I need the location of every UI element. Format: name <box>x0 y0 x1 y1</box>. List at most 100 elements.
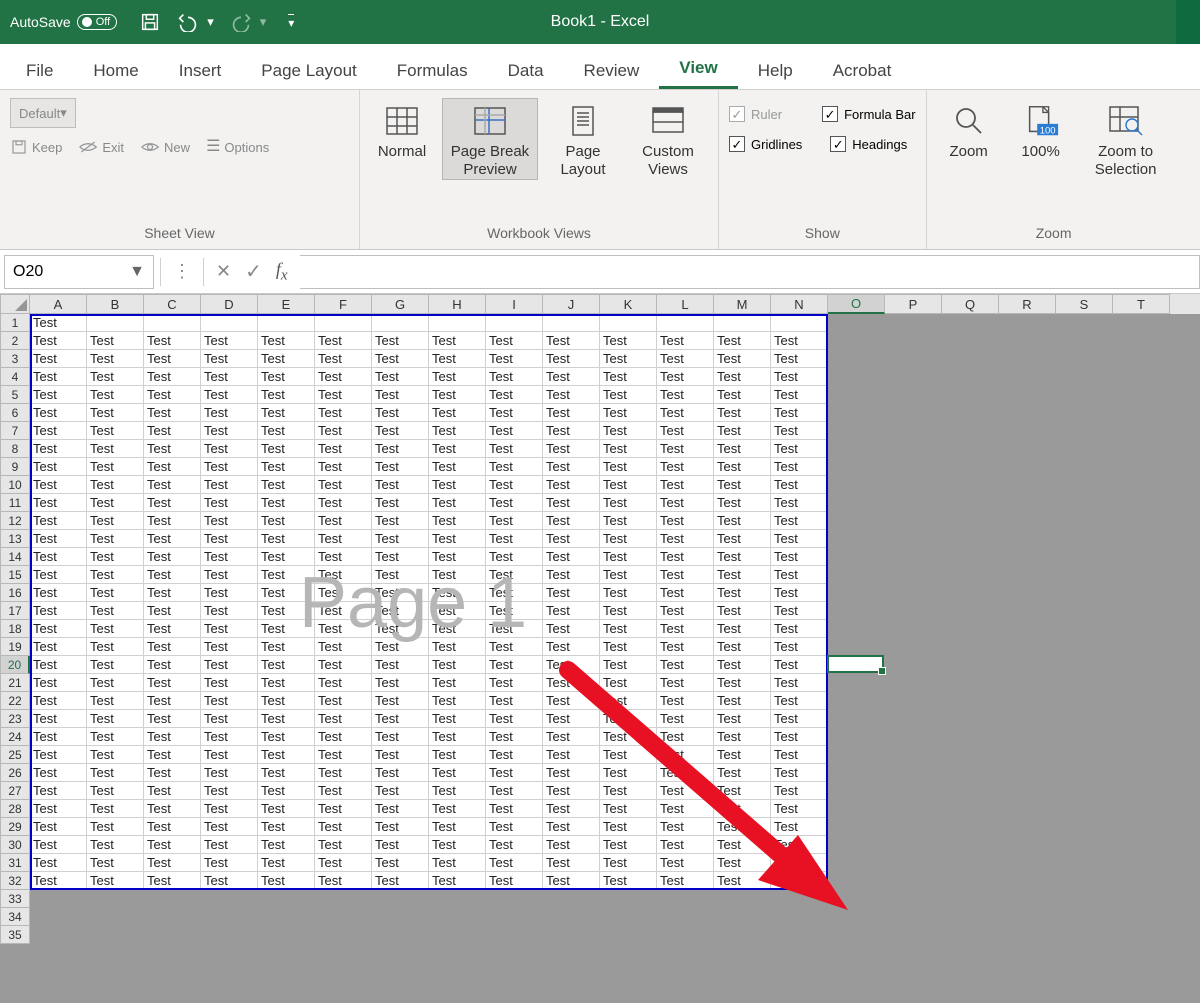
cell[interactable]: Test <box>600 404 657 422</box>
cell[interactable]: Test <box>201 782 258 800</box>
cell[interactable]: Test <box>144 404 201 422</box>
cell[interactable] <box>771 890 828 908</box>
cell[interactable]: Test <box>486 530 543 548</box>
cell[interactable]: Test <box>315 332 372 350</box>
cell[interactable]: Test <box>600 476 657 494</box>
cell[interactable] <box>999 926 1056 944</box>
cell[interactable]: Test <box>771 494 828 512</box>
cell[interactable]: Test <box>372 656 429 674</box>
cell[interactable]: Test <box>714 422 771 440</box>
cell[interactable]: Test <box>543 638 600 656</box>
cell[interactable]: Test <box>315 494 372 512</box>
cell[interactable]: Test <box>30 710 87 728</box>
cell[interactable]: Test <box>144 800 201 818</box>
cell[interactable]: Test <box>429 656 486 674</box>
cell[interactable]: Test <box>30 836 87 854</box>
cell[interactable] <box>999 332 1056 350</box>
row-header-10[interactable]: 10 <box>0 476 30 494</box>
cell[interactable]: Test <box>258 656 315 674</box>
cell[interactable] <box>885 728 942 746</box>
cell[interactable] <box>1113 512 1170 530</box>
col-header-E[interactable]: E <box>258 294 315 314</box>
cell[interactable] <box>828 584 885 602</box>
cell[interactable]: Test <box>258 800 315 818</box>
cell[interactable]: Test <box>201 332 258 350</box>
cell[interactable] <box>885 764 942 782</box>
cell[interactable]: Test <box>657 836 714 854</box>
cell[interactable] <box>999 494 1056 512</box>
cell[interactable]: Test <box>144 764 201 782</box>
cell[interactable] <box>828 764 885 782</box>
cell[interactable]: Test <box>714 530 771 548</box>
cell[interactable] <box>1056 872 1113 890</box>
cell[interactable] <box>1056 404 1113 422</box>
cell[interactable]: Test <box>429 530 486 548</box>
cell[interactable] <box>999 746 1056 764</box>
row-header-23[interactable]: 23 <box>0 710 30 728</box>
cell[interactable] <box>885 476 942 494</box>
cell[interactable]: Test <box>600 692 657 710</box>
row-header-28[interactable]: 28 <box>0 800 30 818</box>
cell[interactable]: Test <box>258 710 315 728</box>
cell[interactable] <box>1113 728 1170 746</box>
cell[interactable] <box>885 890 942 908</box>
cell[interactable]: Test <box>315 566 372 584</box>
cell[interactable] <box>828 368 885 386</box>
cell[interactable] <box>372 890 429 908</box>
cell[interactable]: Test <box>258 386 315 404</box>
cell[interactable] <box>1056 710 1113 728</box>
row-header-8[interactable]: 8 <box>0 440 30 458</box>
cell[interactable] <box>828 440 885 458</box>
save-icon[interactable] <box>139 11 161 33</box>
cell[interactable]: Test <box>714 818 771 836</box>
cell[interactable]: Test <box>600 494 657 512</box>
cell[interactable]: Test <box>600 746 657 764</box>
cell[interactable] <box>999 314 1056 332</box>
cell[interactable]: Test <box>657 728 714 746</box>
cell[interactable] <box>942 386 999 404</box>
cell[interactable] <box>999 584 1056 602</box>
cell[interactable] <box>486 890 543 908</box>
cell[interactable]: Test <box>30 548 87 566</box>
cell[interactable]: Test <box>87 674 144 692</box>
cell[interactable]: Test <box>714 404 771 422</box>
cell[interactable] <box>999 422 1056 440</box>
col-header-O[interactable]: O <box>828 294 885 314</box>
cell[interactable] <box>828 314 885 332</box>
cell[interactable] <box>1056 368 1113 386</box>
cell[interactable]: Test <box>258 476 315 494</box>
cell[interactable] <box>828 908 885 926</box>
cell[interactable]: Test <box>429 458 486 476</box>
cell[interactable]: Test <box>144 818 201 836</box>
cell[interactable] <box>885 314 942 332</box>
cell[interactable] <box>999 602 1056 620</box>
cell[interactable]: Test <box>315 692 372 710</box>
cell[interactable] <box>1113 458 1170 476</box>
normal-view-button[interactable]: Normal <box>370 98 434 162</box>
cell[interactable]: Test <box>201 386 258 404</box>
cell[interactable]: Test <box>486 548 543 566</box>
cell[interactable]: Test <box>201 746 258 764</box>
cell[interactable]: Test <box>258 440 315 458</box>
cell[interactable] <box>828 332 885 350</box>
cell[interactable]: Test <box>30 314 87 332</box>
cell[interactable]: Test <box>600 782 657 800</box>
cell[interactable] <box>999 728 1056 746</box>
cell[interactable] <box>885 422 942 440</box>
cell[interactable] <box>828 746 885 764</box>
cell[interactable]: Test <box>201 530 258 548</box>
cell[interactable]: Test <box>429 584 486 602</box>
cell[interactable]: Test <box>486 818 543 836</box>
cell[interactable]: Test <box>30 782 87 800</box>
cell[interactable]: Test <box>543 458 600 476</box>
cell[interactable]: Test <box>87 422 144 440</box>
redo-icon[interactable] <box>228 12 254 32</box>
cell[interactable]: Test <box>372 854 429 872</box>
cell[interactable]: Test <box>429 368 486 386</box>
cell[interactable] <box>1113 782 1170 800</box>
cell[interactable]: Test <box>258 728 315 746</box>
cell[interactable]: Test <box>714 368 771 386</box>
cell[interactable] <box>999 530 1056 548</box>
cell[interactable]: Test <box>372 566 429 584</box>
cell[interactable]: Test <box>258 530 315 548</box>
